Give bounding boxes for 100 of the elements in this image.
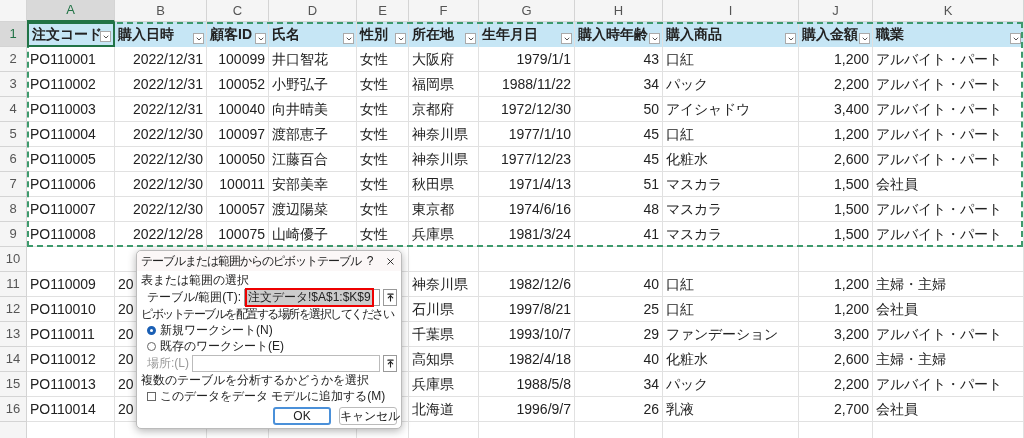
table-cell-text: 乳液 [666, 399, 694, 419]
table-cell-text: 41 [643, 224, 659, 244]
header-cell[interactable]: 購入商品 [663, 22, 799, 47]
radio-button[interactable] [147, 326, 156, 335]
column-header[interactable]: E [378, 0, 387, 21]
dialog-button[interactable]: OK [273, 407, 331, 425]
table-cell-text: アルバイト・パート [876, 74, 1002, 94]
table-cell-text: 2,200 [833, 374, 869, 394]
table-cell-text: 1,200 [833, 124, 869, 144]
table-cell-text: 100052 [218, 74, 265, 94]
column-header[interactable]: B [156, 0, 165, 21]
column-header[interactable]: I [728, 0, 733, 21]
filter-dropdown-button[interactable] [343, 33, 354, 44]
table-cell-text: 主婦・主婦 [876, 349, 946, 369]
filter-dropdown-button[interactable] [100, 31, 111, 42]
range-label: テーブル/範囲(T): [147, 290, 241, 305]
column-header[interactable]: F [439, 0, 448, 21]
table-cell-text: 女性 [360, 224, 388, 244]
table-cell-text: 山崎優子 [272, 224, 328, 244]
table-cell-text: 1974/6/16 [508, 199, 571, 219]
table-cell-text: アルバイト・パート [876, 224, 1002, 244]
empty-cell[interactable] [409, 247, 479, 272]
table-cell-text: 3,200 [833, 324, 869, 344]
table-cell-text: 2,600 [833, 349, 869, 369]
table-cell-text: PO110008 [30, 224, 96, 244]
collapse-dialog-button[interactable] [383, 355, 397, 372]
table-cell-text: 東京都 [412, 199, 454, 219]
range-field[interactable]: 注文データ!$A$1:$K$9 [244, 289, 380, 306]
table-cell-text: 会社員 [876, 399, 918, 419]
table-cell-text: アルバイト・パート [876, 149, 1002, 169]
header-cell[interactable]: 購入日時 [115, 22, 207, 47]
header-cell[interactable]: 性別 [357, 22, 409, 47]
radio-label[interactable]: 新規ワークシート(N) [160, 323, 273, 338]
table-cell-text: アルバイト・パート [876, 124, 1002, 144]
close-icon [384, 255, 396, 267]
table-cell-text: 1988/5/8 [516, 374, 571, 394]
table-cell-text: 女性 [360, 49, 388, 69]
table-cell-text: 100050 [218, 149, 265, 169]
table-cell-text: 化粧水 [666, 349, 708, 369]
column-header[interactable]: A [66, 0, 75, 20]
empty-cell[interactable] [873, 247, 1024, 272]
column-header[interactable]: D [307, 0, 318, 21]
table-cell-text: 化粧水 [666, 149, 708, 169]
table-cell-text: 20 [118, 274, 134, 294]
table-cell-text: 20 [118, 374, 134, 394]
header-cell[interactable]: 購入時年齢 [575, 22, 663, 47]
table-cell-text: PO110003 [30, 99, 96, 119]
table-cell-text: アルバイト・パート [876, 374, 1002, 394]
table-cell-text: PO110006 [30, 174, 96, 194]
empty-cell[interactable] [575, 247, 663, 272]
checkbox[interactable] [147, 392, 156, 401]
header-cell[interactable]: 職業 [873, 22, 1024, 47]
header-cell[interactable]: 注文コード [27, 22, 115, 47]
table-cell-text: ファンデーション [666, 324, 778, 344]
empty-cell[interactable] [663, 247, 799, 272]
table-cell-text: 2022/12/28 [132, 224, 203, 244]
filter-dropdown-button[interactable] [465, 33, 476, 44]
column-header[interactable]: K [943, 0, 953, 21]
filter-dropdown-button[interactable] [649, 33, 660, 44]
help-button[interactable]: ? [361, 253, 379, 269]
checkbox-label[interactable]: このデータをデータ モデルに追加する(M) [160, 389, 386, 404]
table-cell-text: 口紅 [666, 299, 694, 319]
table-cell-text: PO110012 [30, 349, 96, 369]
empty-cell[interactable] [799, 247, 873, 272]
table-cell-text: 26 [643, 399, 659, 419]
column-header[interactable]: G [521, 0, 532, 21]
range-value: 注文データ!$A$1:$K$9 [247, 290, 372, 305]
column-header[interactable]: H [613, 0, 624, 21]
filter-dropdown-button[interactable] [193, 33, 204, 44]
header-cell[interactable]: 所在地 [409, 22, 479, 47]
table-cell-text: 兵庫県 [412, 224, 454, 244]
empty-cell[interactable] [479, 247, 575, 272]
table-cell-text: 100097 [218, 124, 265, 144]
header-cell[interactable]: 氏名 [269, 22, 357, 47]
filter-dropdown-button[interactable] [255, 33, 266, 44]
table-cell-text: 100057 [218, 199, 265, 219]
radio-label[interactable]: 既存のワークシート(E) [160, 339, 284, 354]
filter-dropdown-button[interactable] [395, 33, 406, 44]
column-header[interactable]: C [232, 0, 243, 21]
header-cell[interactable]: 生年月日 [479, 22, 575, 47]
filter-dropdown-button[interactable] [1010, 33, 1021, 44]
upload-arrow-icon [385, 359, 395, 368]
table-cell-text: 石川県 [412, 299, 454, 319]
collapse-dialog-button[interactable] [383, 289, 397, 306]
table-cell-text: 1,200 [833, 299, 869, 319]
location-field[interactable] [192, 355, 380, 372]
header-cell[interactable]: 顧客ID [207, 22, 269, 47]
header-cell[interactable]: 購入金額 [799, 22, 873, 47]
table-cell-text: 女性 [360, 74, 388, 94]
table-cell-text: 小野弘子 [272, 74, 328, 94]
filter-dropdown-button[interactable] [561, 33, 572, 44]
column-header[interactable]: J [832, 0, 839, 21]
section-label: ピボットテーブルを配置する場所を選択してください [141, 307, 395, 322]
table-cell-text: 2,600 [833, 149, 869, 169]
table-cell-text: 1972/12/30 [500, 99, 571, 119]
filter-dropdown-button[interactable] [859, 33, 870, 44]
table-cell-text: 3,400 [833, 99, 869, 119]
table-cell-text: 1979/1/1 [516, 49, 571, 69]
filter-dropdown-button[interactable] [785, 33, 796, 44]
table-cell-text: 高知県 [412, 349, 454, 369]
